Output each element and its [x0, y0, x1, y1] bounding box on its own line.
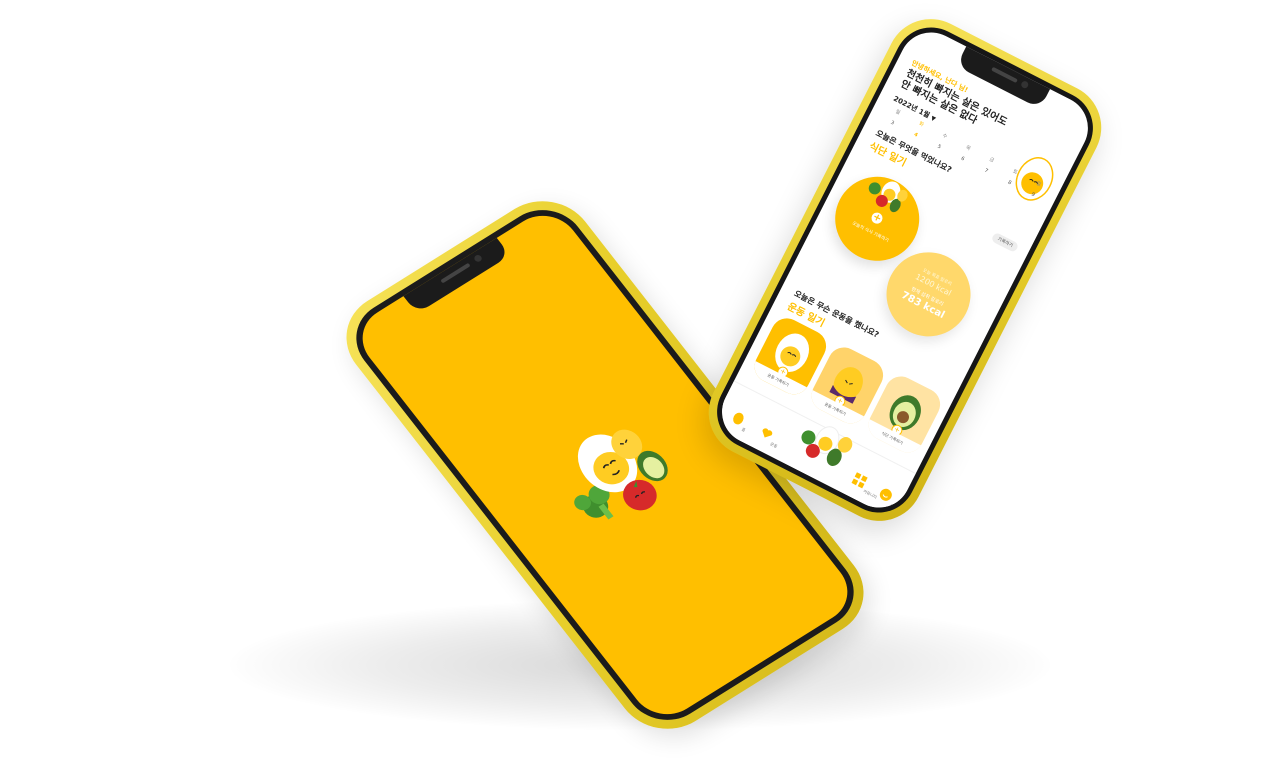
- app-logo-icon: [574, 429, 668, 520]
- home-content: 안녕하세요, 난다 님! 천천히 빠지는 살은 있어도 안 빠지는 살은 없다 …: [711, 21, 1099, 519]
- tab-home[interactable]: 홈: [722, 406, 757, 436]
- tab-label: 운동: [769, 441, 779, 449]
- grid-icon: [851, 472, 868, 489]
- day-weekday: 토: [1011, 168, 1019, 177]
- camera: [472, 253, 484, 263]
- day-cell[interactable]: 목6: [952, 140, 978, 166]
- egg-home-icon: [732, 412, 744, 425]
- food-illustration-icon: [868, 181, 908, 213]
- day-number: 3: [889, 119, 896, 127]
- day-number: 5: [936, 143, 942, 151]
- day-number: 6: [959, 155, 966, 163]
- tab-exercise[interactable]: 운동: [752, 422, 787, 452]
- day-weekday: 금: [988, 156, 995, 165]
- day-weekday: 월: [894, 108, 902, 117]
- smiley-icon: [880, 488, 893, 501]
- plus-icon: +: [869, 210, 885, 226]
- heart-pulse-icon: [762, 428, 772, 438]
- tab-label: 홈: [740, 426, 747, 433]
- day-cell[interactable]: 금7: [976, 152, 1002, 178]
- record-button[interactable]: 기록하기: [991, 231, 1020, 253]
- day-number: 7: [983, 167, 989, 175]
- app-logo: [534, 399, 704, 550]
- day-cell[interactable]: 수5: [929, 128, 955, 154]
- home-screen: 안녕하세요, 난다 님! 천천히 빠지는 살은 있어도 안 빠지는 살은 없다 …: [711, 21, 1099, 519]
- day-weekday: 일: [1035, 180, 1042, 188]
- day-weekday: 목: [964, 144, 972, 153]
- tab-label: MY: [889, 503, 897, 511]
- day-number: 4: [912, 131, 919, 139]
- home-phone: 안녕하세요, 난다 님! 천천히 빠지는 살은 있어도 안 빠지는 살은 없다 …: [693, 3, 1117, 537]
- day-weekday: 수: [941, 132, 949, 141]
- chevron-down-icon: ▼: [929, 114, 937, 123]
- day-weekday: 화: [917, 120, 925, 129]
